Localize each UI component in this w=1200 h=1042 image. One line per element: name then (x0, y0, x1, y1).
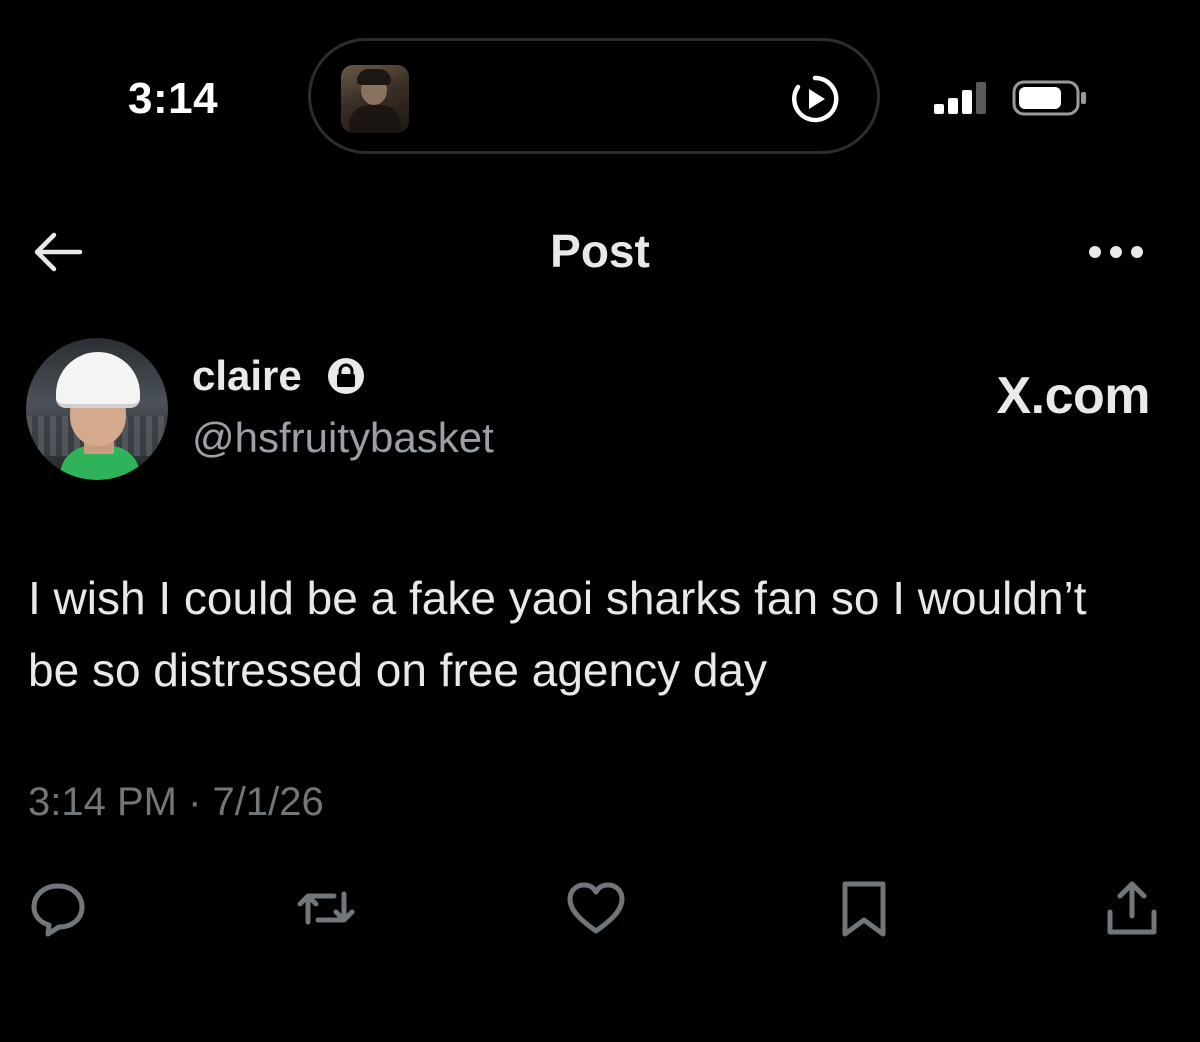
like-button[interactable] (564, 876, 628, 940)
more-dots-icon[interactable] (1086, 234, 1146, 270)
bookmark-icon (842, 881, 886, 937)
x-com-watermark: X.com (996, 367, 1150, 425)
post-text: I wish I could be a fake yaoi sharks fan… (28, 572, 1087, 696)
post-timestamp[interactable]: 3:14 PM · 7/1/26 (28, 780, 324, 825)
status-bar-time: 3:14 (128, 74, 219, 123)
battery-icon (1012, 80, 1086, 116)
share-button[interactable] (1100, 876, 1164, 940)
repost-button[interactable] (294, 876, 358, 940)
avatar[interactable] (26, 338, 168, 480)
repost-icon (297, 891, 355, 925)
play-circle-icon[interactable] (789, 73, 841, 125)
reply-button[interactable] (26, 876, 90, 940)
dynamic-island[interactable] (308, 38, 880, 154)
author-name[interactable]: claire (192, 352, 302, 400)
author-handle[interactable]: @hsfruitybasket (192, 414, 494, 462)
bookmark-button[interactable] (832, 876, 896, 940)
now-playing-thumbnail[interactable] (341, 65, 409, 133)
share-icon (1107, 881, 1157, 935)
reply-icon (31, 883, 85, 937)
lock-icon (328, 358, 364, 394)
page-title: Post (550, 225, 650, 277)
cellular-signal-icon (934, 80, 996, 114)
heart-icon (567, 882, 625, 934)
